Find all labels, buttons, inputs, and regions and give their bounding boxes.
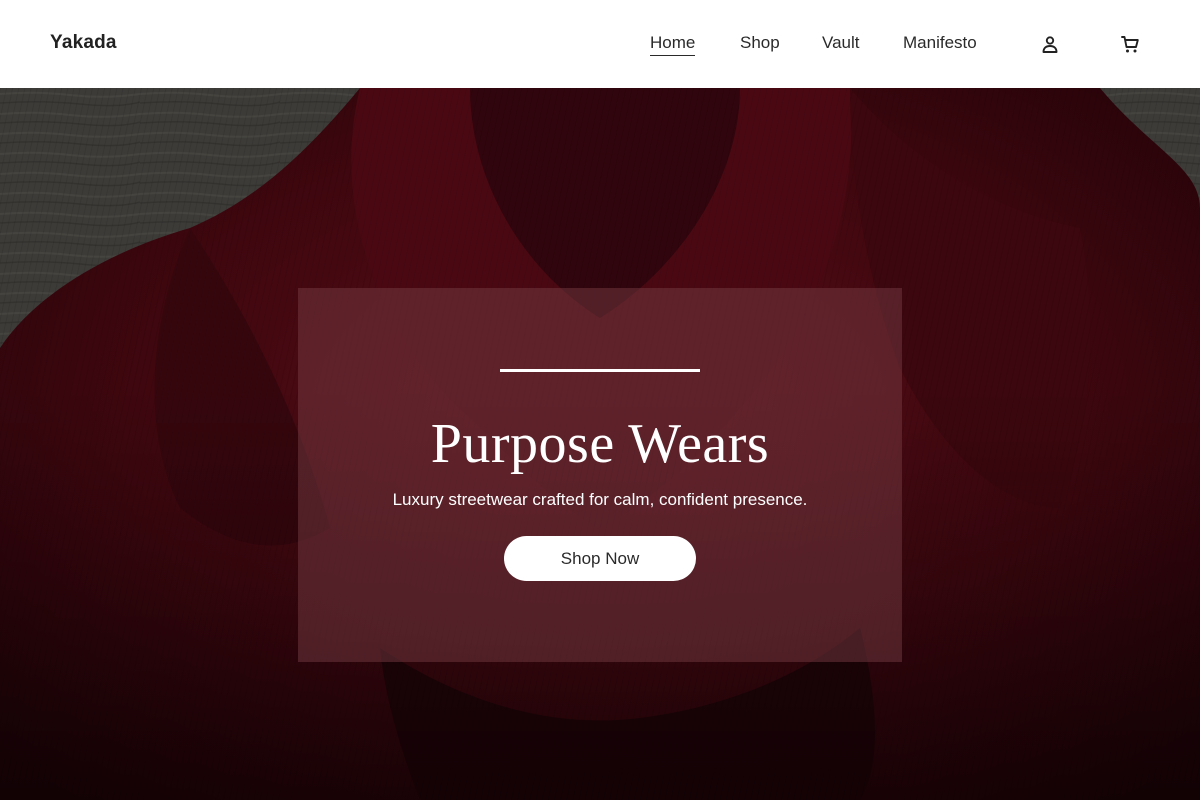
nav-item-shop[interactable]: Shop [740, 33, 780, 53]
main-nav: Home Shop Vault Manifesto [0, 33, 1200, 57]
hero-section: Purpose Wears Luxury streetwear crafted … [0, 88, 1200, 800]
nav-item-vault[interactable]: Vault [822, 33, 860, 53]
nav-item-home[interactable]: Home [650, 33, 696, 56]
hero-title: Purpose Wears [430, 413, 770, 475]
shop-now-button[interactable]: Shop Now [504, 536, 696, 581]
cart-icon [1121, 36, 1139, 53]
hero-card: Purpose Wears Luxury streetwear crafted … [298, 288, 902, 662]
hero-divider [500, 369, 700, 372]
hero-subtitle: Luxury streetwear crafted for calm, conf… [392, 490, 808, 509]
account-icon [1042, 36, 1058, 53]
cart-button[interactable] [1119, 33, 1141, 55]
site-header: Yakada Home Shop Vault Manifesto [0, 0, 1200, 88]
account-button[interactable] [1039, 33, 1061, 55]
nav-item-manifesto[interactable]: Manifesto [903, 33, 977, 53]
